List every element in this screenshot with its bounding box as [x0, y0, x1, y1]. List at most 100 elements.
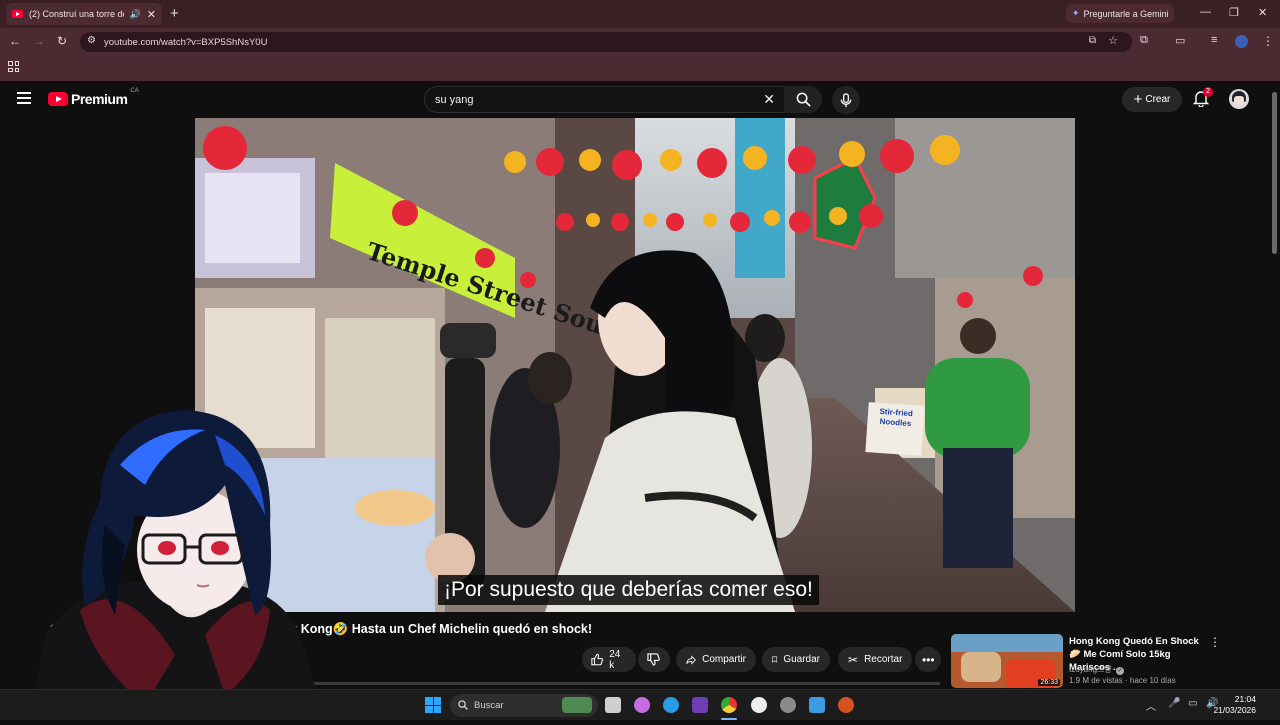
browser-tab-bar: (2) Construí una torre de D 🔊 ✕ + ✦ Preg… [0, 0, 1280, 28]
clock-time: 21:04 [1234, 694, 1256, 704]
restore-icon[interactable]: ❐ [1229, 6, 1239, 19]
windows-taskbar: Buscar ︿ 🎤 ▭ 🔊 21:04 21/03/2026 [0, 689, 1280, 720]
hamburger-menu-icon[interactable] [17, 92, 31, 104]
youtube-favicon-icon [12, 10, 23, 18]
taskbar-search-icon [458, 700, 468, 710]
gemini-label: Preguntarle a Gemini [1083, 8, 1169, 19]
cast-icon[interactable]: ▭ [1175, 34, 1185, 47]
app-icon[interactable] [692, 697, 708, 713]
youtube-logo[interactable]: Premium CA [48, 88, 139, 107]
search-query: su yang [435, 93, 474, 106]
clip-button[interactable]: ✂ Recortar [838, 647, 912, 672]
forward-icon[interactable]: → [33, 34, 45, 48]
microphone-icon [840, 92, 852, 107]
region-code: CA [130, 88, 139, 94]
recommended-video-thumbnail[interactable]: 26:33 [951, 634, 1063, 688]
reload-icon[interactable]: ↻ [57, 34, 67, 48]
plus-icon: + [1133, 91, 1143, 108]
window-app-icon[interactable] [809, 697, 825, 713]
thumbs-up-icon [591, 653, 604, 666]
show-hidden-icons-icon[interactable]: ︿ [1146, 698, 1156, 713]
bookmarks-bar [0, 56, 1280, 81]
divider [285, 682, 940, 685]
bookmark-icon [772, 656, 778, 663]
url-bar[interactable]: ⚙ youtube.com/watch?v=BXP5ShNsY0U ⧉ ☆ [80, 32, 1132, 52]
more-horizontal-icon: ••• [922, 652, 935, 667]
address-toolbar: ← → ↻ ⚙ youtube.com/watch?v=BXP5ShNsY0U … [0, 28, 1280, 56]
url-text: youtube.com/watch?v=BXP5ShNsY0U [104, 36, 268, 48]
recommendation-menu-icon[interactable]: ⋮ [1209, 635, 1221, 649]
search-highlight-icon [562, 697, 592, 713]
extensions-icon[interactable]: ⧉ [1140, 34, 1148, 47]
recommended-video-meta: 1.9 M de vistas · hace 10 días [1069, 676, 1176, 685]
menu-kebab-icon[interactable]: ⋮ [1262, 34, 1274, 48]
youtube-premium-text: Premium [71, 91, 128, 107]
thumbs-down-icon [647, 653, 660, 666]
video-duration: 26:33 [1038, 679, 1060, 686]
site-info-icon[interactable]: ⚙ [87, 35, 96, 46]
chrome-icon[interactable] [721, 697, 737, 713]
back-icon[interactable]: ← [9, 34, 21, 48]
profile-icon[interactable] [1235, 35, 1248, 48]
clear-search-icon[interactable]: ✕ [763, 91, 775, 108]
create-label: Crear [1145, 94, 1171, 105]
media-icon[interactable]: ≡ [1211, 34, 1217, 46]
account-avatar[interactable] [1229, 89, 1249, 109]
notification-badge: 2 [1203, 87, 1213, 97]
tab-close-icon[interactable]: ✕ [147, 8, 156, 21]
browser-tab[interactable]: (2) Construí una torre de D 🔊 ✕ [6, 3, 162, 25]
clip-label: Recortar [864, 654, 903, 665]
share-button[interactable]: Compartir [676, 647, 756, 672]
new-tab-button[interactable]: + [170, 5, 179, 22]
close-window-icon[interactable]: ✕ [1258, 6, 1267, 19]
bookmark-star-icon[interactable]: ☆ [1108, 34, 1118, 47]
edge-icon[interactable] [663, 697, 679, 713]
gemini-icon: ✦ [1072, 8, 1080, 18]
youtube-header: Premium CA su yang ✕ + Crear 2 [0, 81, 1280, 118]
notifications-button[interactable]: 2 [1192, 87, 1213, 112]
save-label: Guardar [783, 654, 820, 665]
minimize-icon[interactable]: — [1200, 6, 1211, 18]
task-view-icon[interactable] [605, 697, 621, 713]
clock-date: 21/03/2026 [1213, 705, 1256, 715]
taskbar-search[interactable]: Buscar [450, 694, 598, 717]
search-button[interactable] [784, 86, 822, 113]
system-clock[interactable]: 21:04 21/03/2026 [1213, 694, 1256, 716]
like-count: 24 k [609, 648, 621, 671]
tab-title: (2) Construí una torre de D [29, 9, 124, 19]
share-label: Compartir [702, 654, 746, 665]
taskbar-search-label: Buscar [474, 700, 504, 711]
noodle-sign: Stir-fried Noodles [865, 402, 925, 456]
like-button[interactable]: 24 k [582, 647, 636, 672]
vtuber-avatar-overlay [25, 405, 335, 720]
video-caption: ¡Por supuesto que deberías comer eso! [438, 575, 819, 605]
vtuber-avatar-image [30, 410, 325, 720]
settings-gear-icon[interactable] [780, 697, 796, 713]
caption-text: ¡Por supuesto que deberías comer eso! [444, 578, 813, 601]
voice-search-button[interactable] [832, 86, 860, 114]
scissors-icon: ✂ [848, 652, 859, 667]
copilot-icon[interactable] [634, 697, 650, 713]
search-input[interactable]: su yang ✕ [424, 86, 786, 113]
tray-app-icon[interactable] [838, 697, 854, 713]
page-scrollbar[interactable] [1272, 92, 1277, 254]
save-button[interactable]: Guardar [762, 647, 830, 672]
apps-grid-icon[interactable] [8, 61, 19, 72]
channel-name: tzuyang쯔양 [1069, 665, 1112, 674]
share-arrow-icon [686, 654, 696, 665]
windows-start-icon[interactable] [425, 697, 441, 713]
create-button[interactable]: + Crear [1122, 87, 1182, 112]
recommended-channel[interactable]: tzuyang쯔양 ✓ [1069, 664, 1124, 675]
install-app-icon[interactable]: ⧉ [1089, 35, 1096, 46]
youtube-play-logo-icon [48, 92, 68, 106]
dislike-button[interactable] [638, 647, 670, 672]
microphone-tray-icon[interactable]: 🎤 [1168, 698, 1180, 709]
verified-check-icon: ✓ [1115, 667, 1124, 675]
more-actions-button[interactable]: ••• [915, 647, 941, 672]
obs-icon[interactable] [751, 697, 767, 713]
speaker-icon[interactable]: 🔊 [130, 9, 141, 20]
gemini-button[interactable]: ✦ Preguntarle a Gemini [1066, 4, 1174, 23]
network-icon[interactable]: ▭ [1188, 698, 1197, 709]
search-icon [796, 92, 811, 107]
noodle-sign-text: Stir-fried Noodles [879, 406, 914, 429]
